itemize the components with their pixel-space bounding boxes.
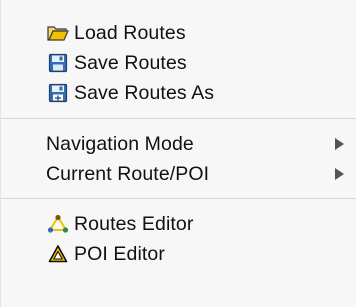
submenu-arrow-icon xyxy=(335,168,344,180)
menu-item-label: Save Routes As xyxy=(74,81,215,104)
menu-item-label: Navigation Mode xyxy=(46,132,194,155)
submenu-arrow-icon xyxy=(335,138,344,150)
menu-separator xyxy=(1,118,356,119)
menu-item-poi-editor[interactable]: POI Editor xyxy=(1,239,356,269)
menu-item-current-route-poi[interactable]: Current Route/POI xyxy=(1,159,356,189)
menu-item-label: Current Route/POI xyxy=(46,162,210,185)
floppy-disk-save-as-icon xyxy=(46,82,70,104)
menu-item-routes-editor[interactable]: Routes Editor xyxy=(1,209,356,239)
menu-item-load-routes[interactable]: Load Routes xyxy=(1,18,356,48)
open-folder-icon xyxy=(46,22,70,44)
menu-item-label: Save Routes xyxy=(74,51,187,74)
menu-item-label: POI Editor xyxy=(74,242,165,265)
floppy-disk-icon xyxy=(46,52,70,74)
route-triangle-icon xyxy=(46,213,70,235)
menu-item-navigation-mode[interactable]: Navigation Mode xyxy=(1,129,356,159)
menu-item-save-routes-as[interactable]: Save Routes As xyxy=(1,78,356,108)
menu-item-label: Routes Editor xyxy=(74,212,194,235)
warning-triangle-icon xyxy=(46,243,70,265)
context-menu: Load Routes Save Routes Save Routes As N… xyxy=(0,0,356,307)
menu-item-save-routes[interactable]: Save Routes xyxy=(1,48,356,78)
menu-separator xyxy=(1,198,356,199)
menu-item-label: Load Routes xyxy=(74,21,186,44)
